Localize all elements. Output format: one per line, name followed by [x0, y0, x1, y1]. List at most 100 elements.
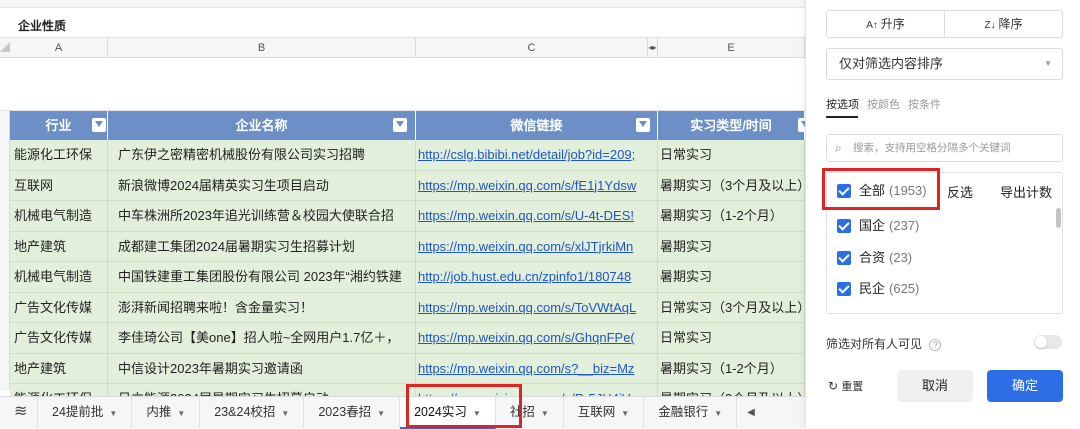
- table-row: 互联网 新浪微博2024届精英实习生项目启动 https://mp.weixin.q…: [10, 170, 805, 201]
- tab-by-color[interactable]: 按颜色: [867, 96, 900, 112]
- cell-industry: 能源化工环保: [10, 140, 108, 170]
- column-header-e[interactable]: E: [658, 38, 805, 58]
- table-row: 机械电气制造 中国铁建重工集团股份有限公司 2023年“湘约铁建 http://jo…: [10, 262, 805, 293]
- chevron-down-icon[interactable]: ▼: [109, 409, 117, 418]
- toolbar-strip: [0, 0, 805, 8]
- column-header-c[interactable]: C: [416, 38, 648, 58]
- reset-button[interactable]: ↻ 重置: [828, 378, 863, 394]
- option-search-input[interactable]: ⌕ 搜索，支持用空格分隔多个关键词: [826, 134, 1063, 162]
- select-all-corner[interactable]: [0, 42, 10, 52]
- cell-company: 中国铁建重工集团股份有限公司 2023年“湘约铁建: [108, 262, 416, 292]
- chevron-down-icon[interactable]: ▼: [281, 409, 289, 418]
- tab-by-condition[interactable]: 按条件: [908, 96, 941, 112]
- option-list-scrollbar[interactable]: [1056, 208, 1061, 228]
- cell-link[interactable]: http://cslg.bibibi.net/detail/job?id=209…: [416, 140, 658, 170]
- cell-company: 澎湃新闻招聘来啦！含金量实习！: [108, 292, 416, 323]
- sheet-tab-label: 社招: [509, 404, 535, 419]
- cell-link[interactable]: https://mp.weixin.qq.com/s/U-4t-DES!: [416, 201, 658, 231]
- sheet-tab-label: 内推: [146, 404, 172, 419]
- active-tab-underline: [826, 116, 858, 118]
- sheet-tab[interactable]: 23&24校招 ▼: [200, 396, 305, 429]
- tab-scroll-left-icon[interactable]: ◀: [737, 407, 765, 418]
- filter-icon[interactable]: [393, 118, 407, 132]
- sort-desc-button[interactable]: Z↓ 降序: [944, 11, 1062, 37]
- visible-to-all-toggle[interactable]: [1034, 335, 1062, 349]
- invert-button[interactable]: 反选: [947, 182, 973, 201]
- header-company-label: 企业名称: [235, 118, 288, 133]
- cell-company: 成都建工集团2024届暑期实习生招募计划: [108, 231, 416, 262]
- header-link-label: 微信链接: [510, 118, 563, 133]
- chevron-down-icon[interactable]: ▼: [541, 409, 549, 418]
- option-label: 合资: [859, 250, 886, 265]
- checkbox-checked-icon[interactable]: [837, 251, 851, 265]
- cell-link[interactable]: https://mp.weixin.qq.com/s?__biz=Mz: [416, 353, 658, 384]
- table-row: 机械电气制造 中车株洲所2023年追光训练营＆校园大使联合招 https://mp.…: [10, 201, 805, 232]
- chevron-down-icon[interactable]: ▼: [473, 409, 481, 418]
- sheet-tab[interactable]: 24提前批 ▼: [38, 396, 133, 429]
- header-industry: 行业: [10, 111, 108, 140]
- sheet-tab[interactable]: 社招 ▼: [496, 396, 564, 429]
- chevron-down-icon[interactable]: ▼: [177, 409, 185, 418]
- tab-by-option[interactable]: 按选项: [826, 96, 859, 112]
- cell-industry: 地产建筑: [10, 353, 108, 384]
- chevron-down-icon[interactable]: ▼: [621, 409, 629, 418]
- sheet-tab-label: 2024实习: [414, 404, 467, 419]
- data-table: 行业 企业名称 微信链接 实习类型/时间 能源化工环保 广东伊之密精密机械股份有限…: [10, 111, 812, 415]
- option-all[interactable]: 全部 (1953): [837, 181, 927, 201]
- checkbox-checked-icon[interactable]: [837, 282, 851, 296]
- filter-icon[interactable]: [92, 118, 106, 132]
- layers-icon[interactable]: ≋: [0, 396, 38, 429]
- cell-link[interactable]: https://mp.weixin.qq.com/s/xlJTjrkiMn: [416, 231, 658, 262]
- cell-type: 日常实习: [658, 140, 805, 170]
- column-header-a[interactable]: A: [10, 38, 108, 58]
- cell-industry: 机械电气制造: [10, 262, 108, 292]
- filter-icon[interactable]: [636, 118, 650, 132]
- export-count-button[interactable]: 导出计数: [1000, 182, 1052, 201]
- cell-type: 暑期实习: [658, 262, 805, 292]
- option-label: 民企: [859, 281, 886, 296]
- confirm-button[interactable]: 确定: [987, 370, 1063, 402]
- sort-buttons: A↑ 升序 Z↓ 降序: [826, 10, 1063, 38]
- chevron-down-icon[interactable]: ▼: [714, 409, 722, 418]
- row-gutter: [0, 111, 10, 391]
- header-type: 实习类型/时间: [658, 111, 812, 140]
- sheet-tab[interactable]: 内推 ▼: [132, 396, 201, 429]
- option-joint-venture[interactable]: 合资 (23): [837, 248, 912, 268]
- header-company: 企业名称: [108, 111, 416, 140]
- checkbox-checked-icon[interactable]: [837, 219, 851, 233]
- cell-link[interactable]: https://mp.weixin.qq.com/s/ToVWtAqL: [416, 292, 658, 323]
- sort-scope-select[interactable]: 仅对筛选内容排序 ▼: [826, 48, 1063, 80]
- option-private[interactable]: 民企 (625): [837, 279, 919, 299]
- formula-bar: 企业性质: [0, 10, 805, 38]
- header-type-label: 实习类型/时间: [690, 118, 772, 133]
- cell-link[interactable]: https://mp.weixin.qq.com/s/GhqnFPe(: [416, 323, 658, 353]
- sheet-tab[interactable]: 互联网 ▼: [564, 396, 645, 429]
- sheet-tab-label: 互联网: [577, 404, 616, 419]
- sort-desc-label: 降序: [998, 17, 1023, 31]
- cell-industry: 广告文化传媒: [10, 292, 108, 323]
- option-state-owned[interactable]: 国企 (237): [837, 216, 919, 236]
- option-count: (23): [889, 250, 913, 265]
- table-header-row: 行业 企业名称 微信链接 实习类型/时间: [10, 111, 812, 140]
- sort-scope-value: 仅对筛选内容排序: [839, 56, 944, 71]
- checkbox-checked-icon[interactable]: [837, 184, 851, 198]
- sort-asc-button[interactable]: A↑ 升序: [827, 11, 944, 37]
- cancel-button[interactable]: 取消: [897, 370, 973, 402]
- cell-link[interactable]: http://job.hust.edu.cn/zpinfo1/180748: [416, 262, 658, 292]
- header-industry-label: 行业: [45, 118, 72, 133]
- cell-type: 暑期实习: [658, 231, 805, 262]
- cell-label: 企业性质: [18, 19, 67, 33]
- hidden-column-toggle[interactable]: ◂▸: [648, 38, 658, 58]
- sheet-tab-label: 金融银行: [658, 404, 709, 419]
- cell-link[interactable]: https://mp.weixin.qq.com/s/fE1j1Ydsw: [416, 170, 658, 201]
- help-icon[interactable]: ?: [929, 339, 942, 351]
- sheet-tab[interactable]: 2023春招 ▼: [304, 396, 401, 429]
- column-header-b[interactable]: B: [108, 38, 416, 58]
- sheet-tab[interactable]: 2024实习 ▼: [400, 396, 496, 429]
- sheet-tab[interactable]: 金融银行 ▼: [644, 396, 738, 429]
- table-row: 地产建筑 成都建工集团2024届暑期实习生招募计划 https://mp.weixi…: [10, 231, 805, 262]
- cell-company: 广东伊之密精密机械股份有限公司实习招聘: [108, 140, 416, 170]
- reset-label: 重置: [841, 381, 864, 393]
- chevron-down-icon[interactable]: ▼: [377, 409, 385, 418]
- cell-industry: 机械电气制造: [10, 201, 108, 231]
